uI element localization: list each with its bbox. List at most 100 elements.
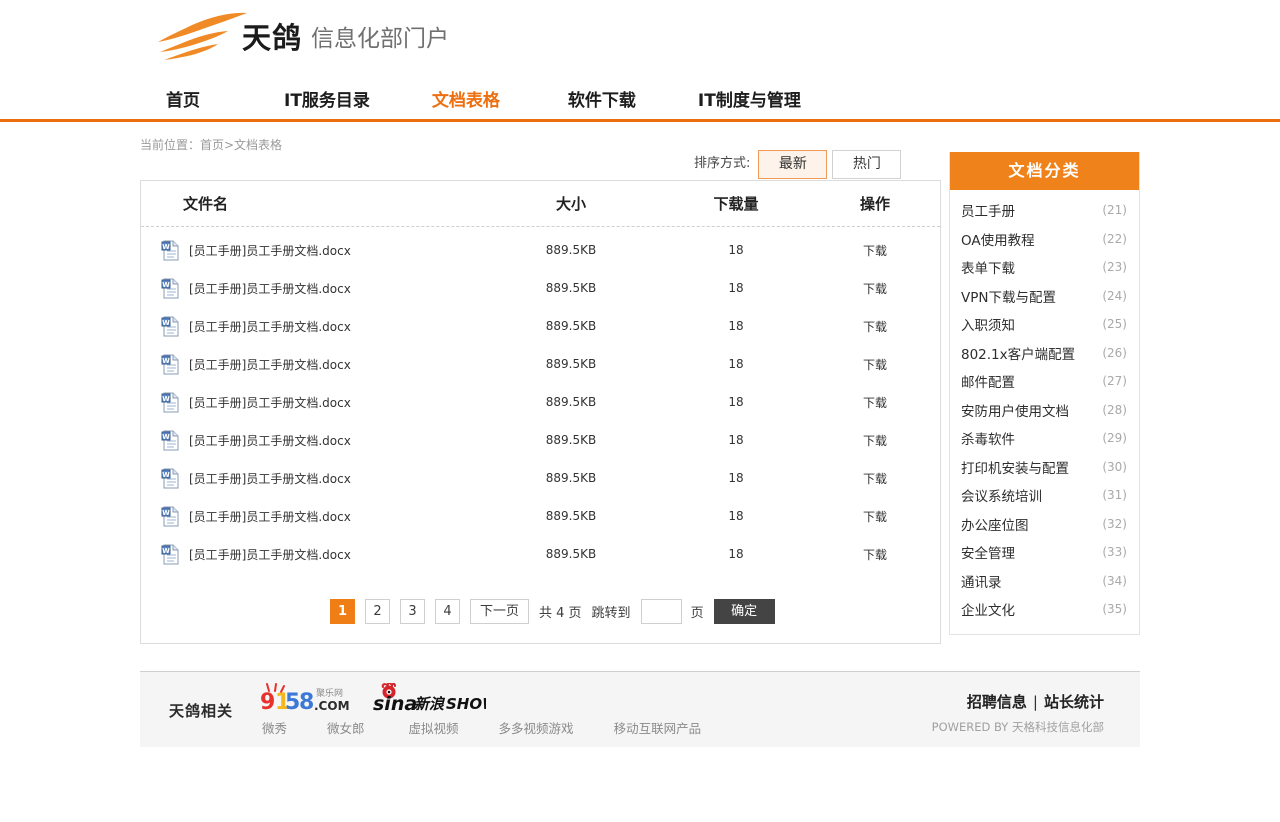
sort-tab-popular[interactable]: 热门: [832, 150, 902, 179]
svg-text:W: W: [162, 433, 170, 441]
file-name-link[interactable]: [员工手册]员工手册文档.docx: [189, 432, 351, 449]
site-logo[interactable]: 天鸽 信息化部门户: [156, 8, 449, 64]
nav-item-documents[interactable]: 文档表格: [432, 86, 500, 111]
sidebar-item[interactable]: 员工手册 (21): [950, 196, 1139, 225]
nav-item-home[interactable]: 首页: [166, 86, 200, 111]
file-name-link[interactable]: [员工手册]员工手册文档.docx: [189, 508, 351, 525]
page-button-2[interactable]: 2: [365, 599, 390, 624]
footer-right-links: 招聘信息 | 站长统计: [932, 691, 1104, 712]
cell-action: 下载: [811, 242, 939, 259]
download-link[interactable]: 下载: [863, 320, 887, 334]
sidebar-item[interactable]: OA使用教程 (22): [950, 225, 1139, 254]
cell-filename: W [员工手册]员工手册文档.docx: [141, 544, 481, 565]
file-name-link[interactable]: [员工手册]员工手册文档.docx: [189, 318, 351, 335]
cell-size: 889.5KB: [545, 509, 597, 523]
footer-link-weixiu[interactable]: 微秀: [262, 718, 287, 737]
sidebar-item[interactable]: 杀毒软件 (29): [950, 424, 1139, 453]
document-category-sidebar: 文档分类 员工手册 (21) OA使用教程 (22) 表单下载 (23) VPN下载与配置 (…: [949, 152, 1140, 635]
file-name-link[interactable]: [员工手册]员工手册文档.docx: [189, 394, 351, 411]
cell-size: 889.5KB: [545, 319, 597, 333]
download-link[interactable]: 下载: [863, 434, 887, 448]
word-document-icon: W: [161, 278, 179, 298]
cell-downloads: 18: [728, 281, 744, 295]
cell-size: 889.5KB: [545, 395, 597, 409]
file-name-link[interactable]: [员工手册]员工手册文档.docx: [189, 242, 351, 259]
svg-text:W: W: [162, 319, 170, 327]
table-row: W [员工手册]员工手册文档.docx 889.5KB 18 下载: [141, 345, 940, 383]
download-link[interactable]: 下载: [863, 282, 887, 296]
svg-text:W: W: [162, 471, 170, 479]
sidebar-item[interactable]: 办公座位图 (32): [950, 510, 1139, 539]
jump-confirm-button[interactable]: 确定: [713, 599, 775, 624]
nav-item-it-policy[interactable]: IT制度与管理: [698, 86, 801, 111]
sidebar-item-label: 安全管理: [961, 546, 1015, 563]
sidebar-item[interactable]: 表单下载 (23): [950, 253, 1139, 282]
footer-link-site-stats[interactable]: 站长统计: [1044, 693, 1104, 711]
cell-action: 下载: [811, 432, 939, 449]
logo-brand-name: 天鸽: [242, 20, 303, 55]
cell-filename: W [员工手册]员工手册文档.docx: [141, 392, 481, 413]
page-button-4[interactable]: 4: [435, 599, 460, 624]
word-document-icon: W: [161, 544, 179, 564]
footer-link-duoduo-video-game[interactable]: 多多视频游戏: [499, 718, 574, 737]
sidebar-item[interactable]: 通讯录 (34): [950, 567, 1139, 596]
footer-link-mobile-internet-products[interactable]: 移动互联网产品: [614, 718, 702, 737]
download-link[interactable]: 下载: [863, 358, 887, 372]
sidebar-title: 文档分类: [950, 152, 1139, 190]
file-name-link[interactable]: [员工手册]员工手册文档.docx: [189, 356, 351, 373]
sidebar-item-label: 员工手册: [961, 204, 1015, 221]
sidebar-item-label: 企业文化: [961, 603, 1015, 620]
sidebar-item[interactable]: 安全管理 (33): [950, 538, 1139, 567]
sort-tab-newest[interactable]: 最新: [758, 150, 828, 179]
word-document-icon: W: [161, 468, 179, 488]
document-list-panel: 文件名 大小 下载量 操作 W [员工手册]员工手册文档.docx 889.5KB…: [140, 180, 941, 644]
sidebar-item[interactable]: VPN下载与配置 (24): [950, 282, 1139, 311]
download-link[interactable]: 下载: [863, 244, 887, 258]
next-page-button[interactable]: 下一页: [470, 599, 529, 624]
jump-page-input[interactable]: [640, 599, 682, 624]
footer-link-virtual-video[interactable]: 虚拟视频: [409, 718, 459, 737]
sidebar-item[interactable]: 打印机安装与配置 (30): [950, 453, 1139, 482]
breadcrumb: 当前位置：首页>文档表格: [140, 138, 283, 152]
sidebar-item[interactable]: 入职须知 (25): [950, 310, 1139, 339]
table-row: W [员工手册]员工手册文档.docx 889.5KB 18 下载: [141, 497, 940, 535]
download-link[interactable]: 下载: [863, 472, 887, 486]
download-link[interactable]: 下载: [863, 548, 887, 562]
cell-downloads: 18: [728, 243, 744, 257]
nav-item-it-service-catalog[interactable]: IT服务目录: [284, 86, 370, 111]
footer-link-jobs[interactable]: 招聘信息: [967, 693, 1027, 711]
sidebar-item[interactable]: 会议系统培训 (31): [950, 481, 1139, 510]
svg-text:sina: sina: [373, 693, 417, 713]
sidebar-item[interactable]: 安防用户使用文档 (28): [950, 396, 1139, 425]
table-row: W [员工手册]员工手册文档.docx 889.5KB 18 下载: [141, 459, 940, 497]
page-button-3[interactable]: 3: [400, 599, 425, 624]
column-header-action: 操作: [859, 195, 890, 213]
sidebar-item-count: (21): [1102, 203, 1127, 218]
svg-text:SHOW: SHOW: [446, 695, 486, 713]
9158-logo-icon[interactable]: 9 1 5 8 .COM 聚乐网: [258, 683, 361, 713]
table-row: W [员工手册]员工手册文档.docx 889.5KB 18 下载: [141, 269, 940, 307]
svg-text:.COM: .COM: [314, 699, 350, 713]
file-name-link[interactable]: [员工手册]员工手册文档.docx: [189, 470, 351, 487]
sidebar-item[interactable]: 企业文化 (35): [950, 595, 1139, 624]
sidebar-item-count: (23): [1102, 260, 1127, 275]
page-button-1[interactable]: 1: [330, 599, 355, 624]
file-name-link[interactable]: [员工手册]员工手册文档.docx: [189, 546, 351, 563]
cell-downloads: 18: [728, 509, 744, 523]
site-footer: 天鸽相关 9 1 5 8 .COM 聚乐网 sina 新浪 SHO 微秀 微女郎…: [140, 671, 1140, 747]
sidebar-item-label: VPN下载与配置: [961, 289, 1056, 306]
cell-action: 下载: [811, 356, 939, 373]
svg-text:W: W: [162, 357, 170, 365]
footer-link-weinvlang[interactable]: 微女郎: [327, 718, 365, 737]
nav-item-software-download[interactable]: 软件下载: [568, 86, 636, 111]
table-row: W [员工手册]员工手册文档.docx 889.5KB 18 下载: [141, 421, 940, 459]
sidebar-item[interactable]: 802.1x客户端配置 (26): [950, 339, 1139, 368]
download-link[interactable]: 下载: [863, 396, 887, 410]
sina-show-logo-icon[interactable]: sina 新浪 SHOW: [373, 683, 486, 713]
sidebar-item-count: (29): [1102, 431, 1127, 446]
download-link[interactable]: 下载: [863, 510, 887, 524]
file-name-link[interactable]: [员工手册]员工手册文档.docx: [189, 280, 351, 297]
cell-action: 下载: [811, 318, 939, 335]
sort-control: 排序方式: 最新 热门: [694, 150, 902, 179]
sidebar-item[interactable]: 邮件配置 (27): [950, 367, 1139, 396]
